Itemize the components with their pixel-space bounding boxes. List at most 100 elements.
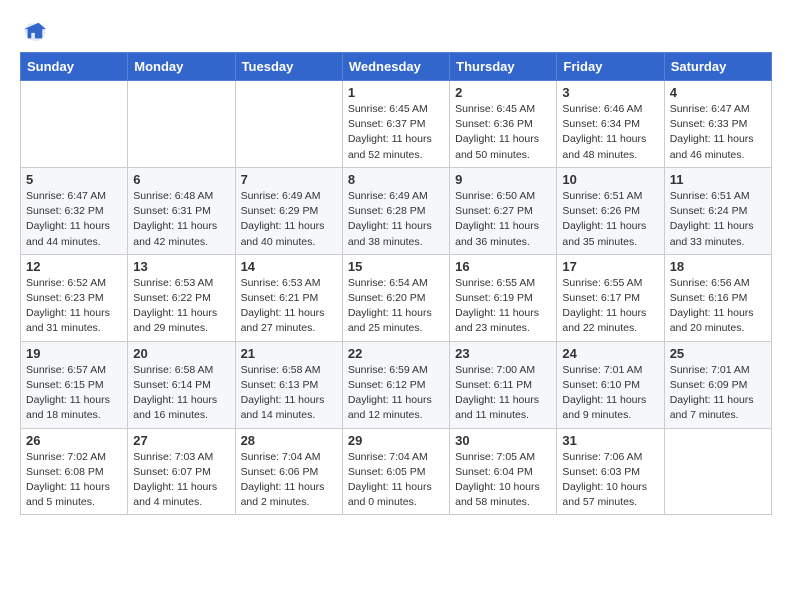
day-number: 29 bbox=[348, 433, 444, 448]
calendar-cell: 8 Sunrise: 6:49 AM Sunset: 6:28 PM Daylig… bbox=[342, 167, 449, 254]
calendar-cell: 25 Sunrise: 7:01 AM Sunset: 6:09 PM Dayli… bbox=[664, 341, 771, 428]
calendar-cell: 21Sunrise: 6:58 AM Sunset: 6:13 PM Dayli… bbox=[235, 341, 342, 428]
calendar-cell: 16 Sunrise: 6:55 AM Sunset: 6:19 PM Dayli… bbox=[450, 254, 557, 341]
calendar-cell: 28Sunrise: 7:04 AM Sunset: 6:06 PM Dayli… bbox=[235, 428, 342, 515]
day-info: Sunrise: 6:55 AM Sunset: 6:19 PM Dayligh… bbox=[455, 276, 551, 337]
calendar-cell: 27Sunrise: 7:03 AM Sunset: 6:07 PM Dayli… bbox=[128, 428, 235, 515]
day-number: 15 bbox=[348, 259, 444, 274]
day-number: 8 bbox=[348, 172, 444, 187]
day-number: 11 bbox=[670, 172, 766, 187]
page-header bbox=[20, 20, 772, 42]
calendar-cell: 15 Sunrise: 6:54 AM Sunset: 6:20 PM Dayli… bbox=[342, 254, 449, 341]
calendar-cell: 13Sunrise: 6:53 AM Sunset: 6:22 PM Dayli… bbox=[128, 254, 235, 341]
day-number: 16 bbox=[455, 259, 551, 274]
day-number: 12 bbox=[26, 259, 122, 274]
calendar-cell: 3 Sunrise: 6:46 AM Sunset: 6:34 PM Daylig… bbox=[557, 81, 664, 168]
calendar-cell: 18 Sunrise: 6:56 AM Sunset: 6:16 PM Dayli… bbox=[664, 254, 771, 341]
calendar-cell: 12 Sunrise: 6:52 AM Sunset: 6:23 PM Dayli… bbox=[21, 254, 128, 341]
day-info: Sunrise: 6:51 AM Sunset: 6:26 PM Dayligh… bbox=[562, 189, 658, 250]
day-info: Sunrise: 6:46 AM Sunset: 6:34 PM Dayligh… bbox=[562, 102, 658, 163]
logo-icon bbox=[20, 20, 48, 42]
day-info: Sunrise: 6:52 AM Sunset: 6:23 PM Dayligh… bbox=[26, 276, 122, 337]
calendar-cell: 9 Sunrise: 6:50 AM Sunset: 6:27 PM Daylig… bbox=[450, 167, 557, 254]
calendar-cell: 14 Sunrise: 6:53 AM Sunset: 6:21 PM Dayli… bbox=[235, 254, 342, 341]
day-info: Sunrise: 6:57 AM Sunset: 6:15 PM Dayligh… bbox=[26, 363, 122, 424]
day-number: 6 bbox=[133, 172, 229, 187]
calendar-cell: 17Sunrise: 6:55 AM Sunset: 6:17 PM Dayli… bbox=[557, 254, 664, 341]
day-info: Sunrise: 7:01 AM Sunset: 6:10 PM Dayligh… bbox=[562, 363, 658, 424]
calendar-cell bbox=[21, 81, 128, 168]
day-info: Sunrise: 6:55 AM Sunset: 6:17 PM Dayligh… bbox=[562, 276, 658, 337]
calendar-cell: 26 Sunrise: 7:02 AM Sunset: 6:08 PM Dayli… bbox=[21, 428, 128, 515]
weekday-header-wednesday: Wednesday bbox=[342, 53, 449, 81]
day-info: Sunrise: 6:45 AM Sunset: 6:36 PM Dayligh… bbox=[455, 102, 551, 163]
day-number: 3 bbox=[562, 85, 658, 100]
day-info: Sunrise: 6:45 AM Sunset: 6:37 PM Dayligh… bbox=[348, 102, 444, 163]
calendar-cell: 20 Sunrise: 6:58 AM Sunset: 6:14 PM Dayli… bbox=[128, 341, 235, 428]
day-number: 20 bbox=[133, 346, 229, 361]
calendar-cell: 31 Sunrise: 7:06 AM Sunset: 6:03 PM Dayli… bbox=[557, 428, 664, 515]
calendar-cell: 23 Sunrise: 7:00 AM Sunset: 6:11 PM Dayli… bbox=[450, 341, 557, 428]
logo bbox=[20, 20, 52, 42]
calendar-cell: 4Sunrise: 6:47 AM Sunset: 6:33 PM Daylig… bbox=[664, 81, 771, 168]
day-number: 10 bbox=[562, 172, 658, 187]
calendar-week-row: 5Sunrise: 6:47 AM Sunset: 6:32 PM Daylig… bbox=[21, 167, 772, 254]
day-number: 1 bbox=[348, 85, 444, 100]
calendar-week-row: 12 Sunrise: 6:52 AM Sunset: 6:23 PM Dayli… bbox=[21, 254, 772, 341]
day-info: Sunrise: 6:49 AM Sunset: 6:29 PM Dayligh… bbox=[241, 189, 337, 250]
day-number: 5 bbox=[26, 172, 122, 187]
day-info: Sunrise: 7:02 AM Sunset: 6:08 PM Dayligh… bbox=[26, 450, 122, 511]
day-info: Sunrise: 6:47 AM Sunset: 6:33 PM Dayligh… bbox=[670, 102, 766, 163]
weekday-header-friday: Friday bbox=[557, 53, 664, 81]
day-info: Sunrise: 6:53 AM Sunset: 6:21 PM Dayligh… bbox=[241, 276, 337, 337]
day-number: 21 bbox=[241, 346, 337, 361]
calendar-cell: 1 Sunrise: 6:45 AM Sunset: 6:37 PM Daylig… bbox=[342, 81, 449, 168]
calendar-week-row: 19 Sunrise: 6:57 AM Sunset: 6:15 PM Dayli… bbox=[21, 341, 772, 428]
day-info: Sunrise: 6:50 AM Sunset: 6:27 PM Dayligh… bbox=[455, 189, 551, 250]
day-number: 25 bbox=[670, 346, 766, 361]
day-info: Sunrise: 7:05 AM Sunset: 6:04 PM Dayligh… bbox=[455, 450, 551, 511]
day-info: Sunrise: 7:04 AM Sunset: 6:06 PM Dayligh… bbox=[241, 450, 337, 511]
calendar-cell bbox=[235, 81, 342, 168]
calendar-cell: 10 Sunrise: 6:51 AM Sunset: 6:26 PM Dayli… bbox=[557, 167, 664, 254]
day-info: Sunrise: 7:01 AM Sunset: 6:09 PM Dayligh… bbox=[670, 363, 766, 424]
day-number: 7 bbox=[241, 172, 337, 187]
day-info: Sunrise: 6:56 AM Sunset: 6:16 PM Dayligh… bbox=[670, 276, 766, 337]
calendar-cell: 2 Sunrise: 6:45 AM Sunset: 6:36 PM Daylig… bbox=[450, 81, 557, 168]
day-info: Sunrise: 6:59 AM Sunset: 6:12 PM Dayligh… bbox=[348, 363, 444, 424]
calendar-cell bbox=[664, 428, 771, 515]
day-info: Sunrise: 6:49 AM Sunset: 6:28 PM Dayligh… bbox=[348, 189, 444, 250]
calendar-cell: 22 Sunrise: 6:59 AM Sunset: 6:12 PM Dayli… bbox=[342, 341, 449, 428]
day-number: 18 bbox=[670, 259, 766, 274]
calendar-week-row: 1 Sunrise: 6:45 AM Sunset: 6:37 PM Daylig… bbox=[21, 81, 772, 168]
day-info: Sunrise: 7:06 AM Sunset: 6:03 PM Dayligh… bbox=[562, 450, 658, 511]
weekday-header-saturday: Saturday bbox=[664, 53, 771, 81]
day-info: Sunrise: 6:53 AM Sunset: 6:22 PM Dayligh… bbox=[133, 276, 229, 337]
day-number: 22 bbox=[348, 346, 444, 361]
day-number: 2 bbox=[455, 85, 551, 100]
weekday-header-row: SundayMondayTuesdayWednesdayThursdayFrid… bbox=[21, 53, 772, 81]
day-info: Sunrise: 6:51 AM Sunset: 6:24 PM Dayligh… bbox=[670, 189, 766, 250]
day-info: Sunrise: 6:58 AM Sunset: 6:14 PM Dayligh… bbox=[133, 363, 229, 424]
day-number: 14 bbox=[241, 259, 337, 274]
day-info: Sunrise: 6:54 AM Sunset: 6:20 PM Dayligh… bbox=[348, 276, 444, 337]
calendar-cell: 24 Sunrise: 7:01 AM Sunset: 6:10 PM Dayli… bbox=[557, 341, 664, 428]
calendar-cell: 6 Sunrise: 6:48 AM Sunset: 6:31 PM Daylig… bbox=[128, 167, 235, 254]
day-number: 9 bbox=[455, 172, 551, 187]
weekday-header-monday: Monday bbox=[128, 53, 235, 81]
day-info: Sunrise: 7:03 AM Sunset: 6:07 PM Dayligh… bbox=[133, 450, 229, 511]
calendar-cell: 11 Sunrise: 6:51 AM Sunset: 6:24 PM Dayli… bbox=[664, 167, 771, 254]
day-info: Sunrise: 6:48 AM Sunset: 6:31 PM Dayligh… bbox=[133, 189, 229, 250]
day-number: 30 bbox=[455, 433, 551, 448]
day-number: 24 bbox=[562, 346, 658, 361]
day-number: 31 bbox=[562, 433, 658, 448]
day-number: 19 bbox=[26, 346, 122, 361]
day-number: 26 bbox=[26, 433, 122, 448]
calendar-cell: 7 Sunrise: 6:49 AM Sunset: 6:29 PM Daylig… bbox=[235, 167, 342, 254]
day-number: 23 bbox=[455, 346, 551, 361]
calendar-cell: 30 Sunrise: 7:05 AM Sunset: 6:04 PM Dayli… bbox=[450, 428, 557, 515]
calendar-cell: 19 Sunrise: 6:57 AM Sunset: 6:15 PM Dayli… bbox=[21, 341, 128, 428]
day-info: Sunrise: 7:00 AM Sunset: 6:11 PM Dayligh… bbox=[455, 363, 551, 424]
calendar-cell bbox=[128, 81, 235, 168]
calendar-week-row: 26 Sunrise: 7:02 AM Sunset: 6:08 PM Dayli… bbox=[21, 428, 772, 515]
